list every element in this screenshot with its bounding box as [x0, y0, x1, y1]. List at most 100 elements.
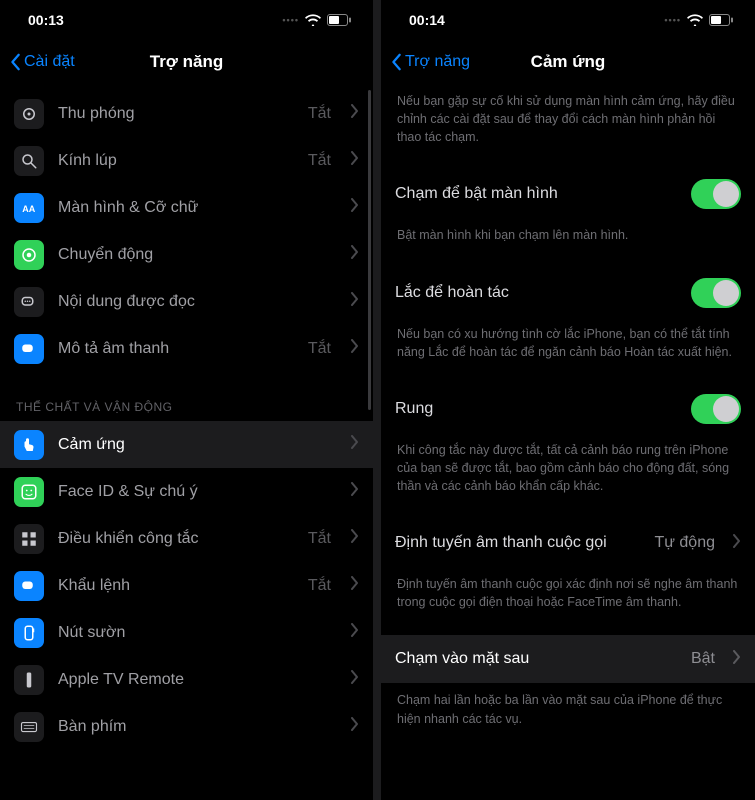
chevron-left-icon [391, 53, 403, 71]
nav-bar: Trợ năng Cảm ứng [381, 40, 755, 84]
voice-icon [14, 571, 44, 601]
setting-row-magnifier[interactable]: Kính lúp Tắt [0, 137, 373, 184]
setting-row-face[interactable]: Face ID & Sự chú ý [0, 468, 373, 515]
setting-row-motion[interactable]: Chuyển động [0, 231, 373, 278]
setting-row-sidebtn[interactable]: Nút sườn [0, 609, 373, 656]
status-time: 00:13 [28, 12, 64, 28]
tap-to-wake-row[interactable]: Chạm để bật màn hình [381, 170, 755, 218]
battery-icon [327, 14, 351, 26]
status-indicators: •••• [282, 14, 351, 26]
row-label: Điều khiển công tắc [58, 530, 294, 548]
chevron-right-icon [733, 650, 741, 669]
row-value: Tắt [308, 530, 331, 548]
keyboard-icon [14, 712, 44, 742]
magnifier-icon [14, 146, 44, 176]
back-tap-value: Bật [691, 650, 715, 668]
vibration-row[interactable]: Rung [381, 385, 755, 433]
back-label: Trợ năng [405, 53, 470, 71]
face-icon [14, 477, 44, 507]
setting-row-aa[interactable]: AA Màn hình & Cỡ chữ [0, 184, 373, 231]
cellular-icon: •••• [282, 15, 299, 25]
chevron-right-icon [351, 482, 359, 501]
row-label: Nút sườn [58, 624, 337, 642]
touch-settings-screen: 00:14 •••• Trợ năng Cảm ứng Nếu bạn gặp … [381, 0, 755, 800]
setting-row-speech[interactable]: Nội dung được đọc [0, 278, 373, 325]
audiodesc-icon [14, 334, 44, 364]
row-label: Khẩu lệnh [58, 577, 294, 595]
remote-icon [14, 665, 44, 695]
vibration-description: Khi công tắc này được tắt, tất cả cảnh b… [381, 433, 755, 505]
tap-to-wake-description: Bật màn hình khi bạn chạm lên màn hình. [381, 218, 755, 254]
settings-list: Thu phóng Tắt Kính lúp Tắt AA Màn hình & Cỡ c… [0, 84, 373, 750]
vibration-label: Rung [395, 400, 679, 418]
chevron-right-icon [351, 292, 359, 311]
back-tap-label: Chạm vào mặt sau [395, 650, 679, 668]
row-value: Tắt [308, 340, 331, 358]
chevron-right-icon [351, 529, 359, 548]
back-tap-description: Chạm hai lần hoặc ba lần vào mặt sau của… [381, 683, 755, 737]
row-label: Màn hình & Cỡ chữ [58, 199, 337, 217]
wifi-icon [305, 14, 321, 26]
back-button[interactable]: Trợ năng [391, 53, 470, 71]
call-audio-routing-description: Định tuyến âm thanh cuộc gọi xác định nơ… [381, 567, 755, 621]
row-value: Tắt [308, 105, 331, 123]
sidebtn-icon [14, 618, 44, 648]
row-label: Cảm ứng [58, 436, 337, 454]
chevron-right-icon [351, 104, 359, 123]
setting-row-audiodesc[interactable]: Mô tả âm thanh Tắt [0, 325, 373, 372]
chevron-right-icon [351, 717, 359, 736]
chevron-right-icon [351, 245, 359, 264]
chevron-right-icon [351, 198, 359, 217]
section-header-physical: THỂ CHẤT VÀ VẬN ĐỘNG [0, 372, 373, 421]
chevron-right-icon [351, 339, 359, 358]
intro-description: Nếu bạn gặp sự cố khi sử dụng màn hình c… [381, 84, 755, 156]
chevron-left-icon [10, 53, 22, 71]
row-label: Apple TV Remote [58, 671, 337, 689]
motion-icon [14, 240, 44, 270]
chevron-right-icon [351, 623, 359, 642]
setting-row-keyboard[interactable]: Bàn phím [0, 703, 373, 750]
scrollbar[interactable] [368, 90, 371, 410]
row-label: Chuyển động [58, 246, 337, 264]
status-bar: 00:13 •••• [0, 0, 373, 40]
tap-to-wake-label: Chạm để bật màn hình [395, 185, 679, 203]
row-label: Thu phóng [58, 105, 294, 123]
zoom-icon [14, 99, 44, 129]
row-label: Kính lúp [58, 152, 294, 170]
row-label: Face ID & Sự chú ý [58, 483, 337, 501]
call-audio-routing-value: Tự động [654, 534, 715, 552]
cellular-icon: •••• [664, 15, 681, 25]
switch-icon [14, 524, 44, 554]
shake-undo-toggle[interactable] [691, 278, 741, 308]
shake-undo-label: Lắc để hoàn tác [395, 284, 679, 302]
status-bar: 00:14 •••• [381, 0, 755, 40]
call-audio-routing-row[interactable]: Định tuyến âm thanh cuộc gọi Tự động [381, 519, 755, 567]
row-value: Tắt [308, 577, 331, 595]
back-label: Cài đặt [24, 53, 75, 71]
touch-icon [14, 430, 44, 460]
row-label: Bàn phím [58, 718, 337, 736]
setting-row-touch[interactable]: Cảm ứng [0, 421, 373, 468]
speech-icon [14, 287, 44, 317]
chevron-right-icon [351, 670, 359, 689]
setting-row-zoom[interactable]: Thu phóng Tắt [0, 90, 373, 137]
vibration-toggle[interactable] [691, 394, 741, 424]
svg-text:AA: AA [22, 203, 35, 213]
row-label: Nội dung được đọc [58, 293, 337, 311]
setting-row-remote[interactable]: Apple TV Remote [0, 656, 373, 703]
setting-row-switch[interactable]: Điều khiển công tắc Tắt [0, 515, 373, 562]
tap-to-wake-toggle[interactable] [691, 179, 741, 209]
aa-icon: AA [14, 193, 44, 223]
chevron-right-icon [351, 151, 359, 170]
row-value: Tắt [308, 152, 331, 170]
chevron-right-icon [351, 576, 359, 595]
back-tap-row[interactable]: Chạm vào mặt sau Bật [381, 635, 755, 683]
back-button[interactable]: Cài đặt [10, 53, 75, 71]
status-indicators: •••• [664, 14, 733, 26]
shake-undo-row[interactable]: Lắc để hoàn tác [381, 269, 755, 317]
chevron-right-icon [733, 534, 741, 553]
setting-row-voice[interactable]: Khẩu lệnh Tắt [0, 562, 373, 609]
status-time: 00:14 [409, 12, 445, 28]
row-label: Mô tả âm thanh [58, 340, 294, 358]
accessibility-settings-screen: 00:13 •••• Cài đặt Trợ năng Thu phóngTắt… [0, 0, 373, 800]
